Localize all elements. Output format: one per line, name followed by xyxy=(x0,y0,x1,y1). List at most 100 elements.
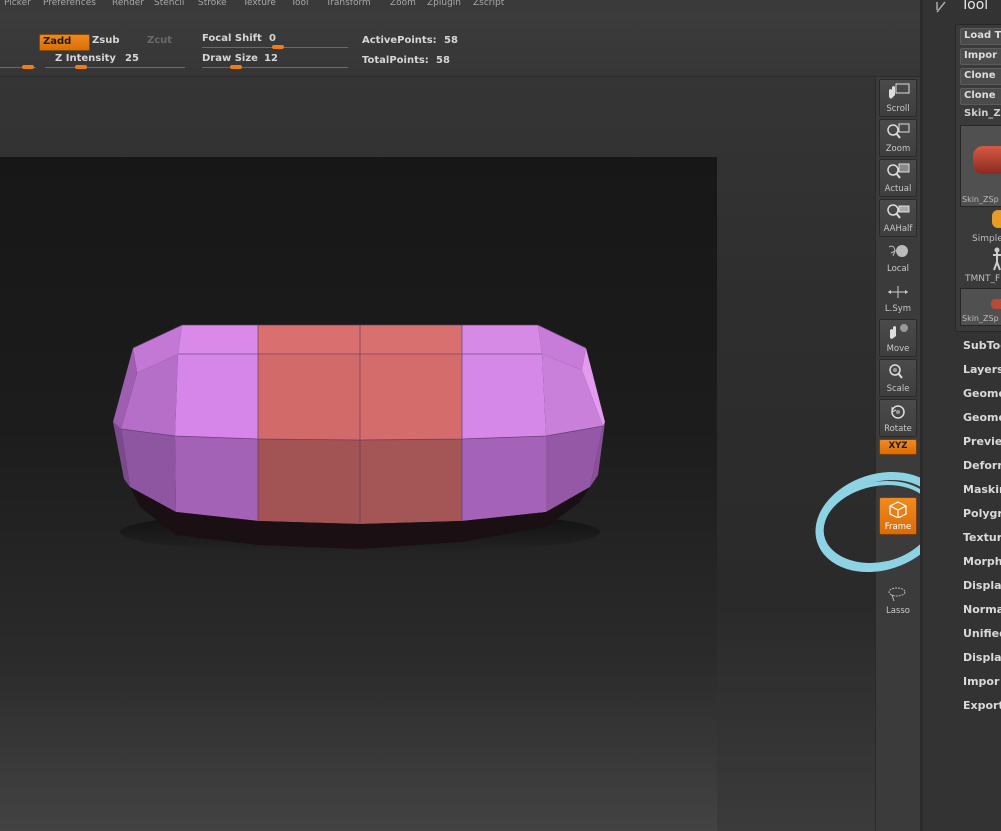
actual-button[interactable]: Actual xyxy=(879,159,917,197)
draw-size-label: Draw Size xyxy=(202,53,258,64)
import-menu[interactable]: Impor xyxy=(963,675,999,688)
scale-label: Scale xyxy=(886,384,910,394)
zoom-button[interactable]: Zoom xyxy=(879,119,917,157)
clone-2-button[interactable]: Clone xyxy=(960,88,1001,105)
tool-palette-box: Load T Impor Clone Clone Skin_Z Skin_ZSp… xyxy=(955,24,1001,332)
simple-brush-icon[interactable] xyxy=(992,210,1001,228)
lasso-icon xyxy=(888,587,906,602)
export-menu[interactable]: Export xyxy=(963,699,1001,712)
scroll-button[interactable]: Scroll xyxy=(879,79,917,117)
subtool-menu[interactable]: SubToo xyxy=(963,339,1001,352)
texture-map-menu[interactable]: Texture xyxy=(963,531,1001,544)
document-canvas[interactable] xyxy=(0,157,717,831)
z-intensity-slider[interactable] xyxy=(45,67,185,68)
focal-shift-knob[interactable] xyxy=(272,45,284,49)
deformation-menu[interactable]: Deform xyxy=(963,459,1001,472)
masking-menu[interactable]: Maskin xyxy=(963,483,1001,496)
tool-preview-shape-2 xyxy=(991,299,1001,309)
rotate-button[interactable]: Rotate xyxy=(879,399,917,437)
active-points-label: ActivePoints: xyxy=(362,35,437,46)
simple-brush-label: Simple xyxy=(972,234,1001,244)
rotate-label: Rotate xyxy=(884,424,912,434)
menu-stencil[interactable]: Stencil xyxy=(154,0,184,8)
xyz-label: XYZ xyxy=(888,441,908,451)
zcut-button[interactable]: Zcut xyxy=(147,35,172,46)
figure-icon[interactable] xyxy=(990,247,1001,271)
zadd-label: Zadd xyxy=(43,36,72,47)
z-intensity-knob[interactable] xyxy=(75,65,87,69)
morph-target-menu[interactable]: Morph xyxy=(963,555,1001,568)
right-shelf: Scroll Zoom Actual AAHalf Local L.Sym Mo… xyxy=(875,77,921,831)
unified-skin-menu[interactable]: Unified xyxy=(963,627,1001,640)
preview-menu[interactable]: Previe xyxy=(963,435,1001,448)
menu-zscript[interactable]: Zscript xyxy=(473,0,504,8)
aahalf-button[interactable]: AAHalf xyxy=(879,199,917,237)
normal-map-menu[interactable]: Norma xyxy=(963,603,1001,616)
menu-preferences[interactable]: Preferences xyxy=(43,0,96,8)
menu-zoom[interactable]: Zoom xyxy=(390,0,416,8)
zadd-button[interactable]: Zadd xyxy=(39,34,90,51)
move-label: Move xyxy=(886,344,910,354)
focal-shift-value: 0 xyxy=(269,33,276,44)
polygroups-menu[interactable]: Polygr xyxy=(963,507,1001,520)
local-symmetry-icon xyxy=(888,286,908,298)
aahalf-label: AAHalf xyxy=(883,224,913,234)
import-label: Impor xyxy=(964,50,998,61)
local-label: Local xyxy=(886,264,910,274)
thumb2-caption: Skin_ZSp xyxy=(962,314,999,323)
current-tool-name: Skin_Z xyxy=(964,108,1001,119)
thumb1-caption: Skin_ZSp xyxy=(962,195,999,204)
rgb-intensity-knob[interactable] xyxy=(22,65,34,69)
z-intensity-value: 25 xyxy=(125,53,139,64)
tool-panel-title: Tool xyxy=(961,0,989,13)
focal-shift-label: Focal Shift xyxy=(202,33,262,44)
geometry-menu[interactable]: Geome xyxy=(963,387,1001,400)
lasso-label: Lasso xyxy=(885,606,910,616)
tool-options-bar: Zadd Zsub Zcut Focal Shift 0 Z Intensity… xyxy=(0,12,920,77)
menu-stroke[interactable]: Stroke xyxy=(198,0,227,8)
layers-menu[interactable]: Layers xyxy=(963,363,1001,376)
menu-texture[interactable]: Texture xyxy=(243,0,276,8)
geometry-hd-menu[interactable]: Geome xyxy=(963,411,1001,424)
scroll-label: Scroll xyxy=(886,104,910,114)
actual-label: Actual xyxy=(884,184,912,194)
mesh-model[interactable] xyxy=(0,157,717,831)
menu-bar: Picker Preferences Render Stencil Stroke… xyxy=(0,0,920,12)
magnifier-actual-icon xyxy=(887,163,910,179)
menu-render[interactable]: Render xyxy=(112,0,144,8)
local-button[interactable]: Local xyxy=(879,239,917,277)
zoom-label: Zoom xyxy=(885,144,911,154)
draw-size-value: 12 xyxy=(264,53,278,64)
tmnt-label: TMNT_F xyxy=(965,274,1001,284)
tool-panel: Tool Load T Impor Clone Clone Skin_Z Ski… xyxy=(923,0,1001,831)
total-points-value: 58 xyxy=(436,55,450,66)
zsub-button[interactable]: Zsub xyxy=(92,35,119,46)
lasso-button[interactable]: Lasso xyxy=(879,581,917,619)
menu-picker[interactable]: Picker xyxy=(4,0,31,8)
draw-size-knob[interactable] xyxy=(230,65,242,69)
lsym-button[interactable]: L.Sym xyxy=(879,279,917,317)
displacement-menu[interactable]: Displac xyxy=(963,579,1001,592)
menu-tool[interactable]: Tool xyxy=(291,0,308,8)
hand-move-icon xyxy=(890,324,908,339)
scale-button[interactable]: Scale xyxy=(879,359,917,397)
menu-transform[interactable]: Transform xyxy=(326,0,371,8)
clone-2-label: Clone xyxy=(964,90,996,101)
move-button[interactable]: Move xyxy=(879,319,917,357)
clone-label: Clone xyxy=(964,70,996,81)
z-intensity-label: Z Intensity xyxy=(55,53,116,64)
xyz-toggle[interactable]: XYZ xyxy=(879,439,917,455)
local-sphere-icon xyxy=(888,245,908,257)
rotate-icon xyxy=(891,405,905,419)
magnifier-zoom-icon xyxy=(887,123,910,139)
clone-button[interactable]: Clone xyxy=(960,68,1001,85)
load-tool-button[interactable]: Load T xyxy=(960,28,1001,45)
active-points-value: 58 xyxy=(444,35,458,46)
display-properties-menu[interactable]: Display xyxy=(963,651,1001,664)
menu-zplugin[interactable]: Zplugin xyxy=(427,0,461,8)
panel-arrow-icon xyxy=(936,1,946,13)
lsym-label: L.Sym xyxy=(884,304,912,314)
import-button[interactable]: Impor xyxy=(960,48,1001,65)
draw-size-slider[interactable] xyxy=(202,67,348,68)
magnifier-aahalf-icon xyxy=(887,204,910,219)
